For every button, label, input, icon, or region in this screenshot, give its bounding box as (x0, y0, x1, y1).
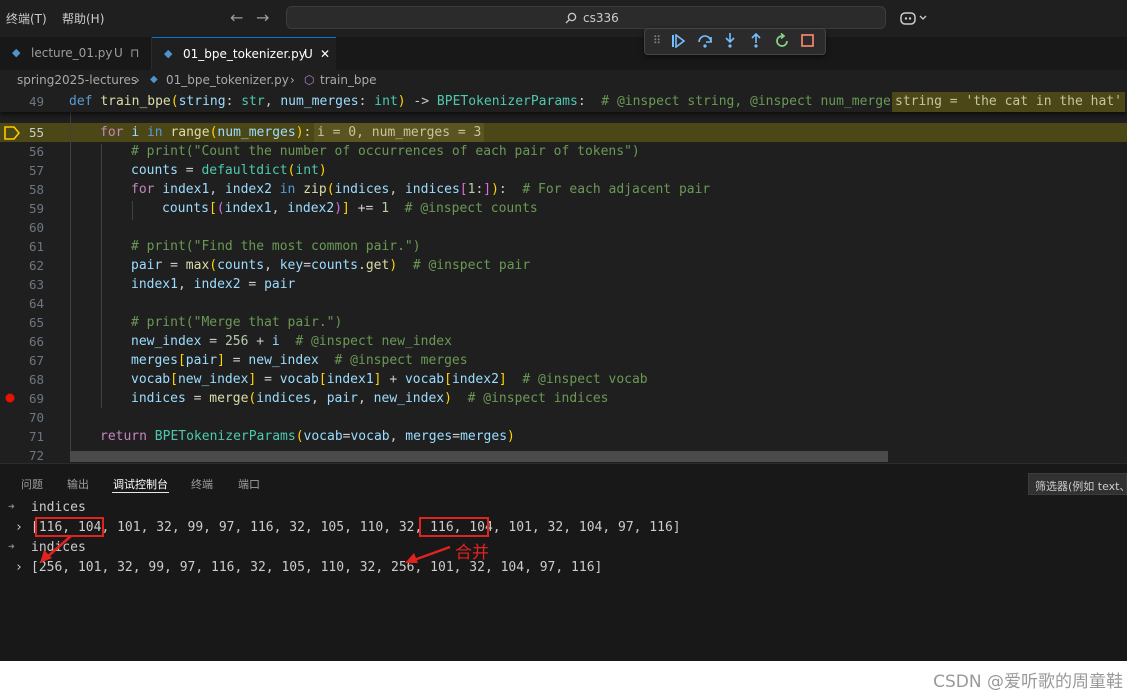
line-number: 59 (28, 201, 44, 216)
stop-icon[interactable] (801, 34, 814, 47)
line-number: 58 (28, 182, 44, 197)
search-text: cs336 (583, 11, 619, 25)
code-line: new_index = 256 + i # @inspect new_index (131, 334, 452, 349)
tab-status: U (114, 46, 123, 60)
chevron-right-icon: › (290, 73, 295, 87)
code-line: # print("Find the most common pair.") (131, 239, 421, 254)
watermark: CSDN @爱听歌的周童鞋 (933, 672, 1123, 692)
line-number: 71 (28, 429, 44, 444)
line-number: 49 (28, 94, 44, 109)
python-file-icon: ◆ (164, 47, 173, 60)
tab-status: U (304, 47, 313, 61)
tab-label: lecture_01.py (31, 46, 113, 60)
line-number: 64 (28, 296, 44, 311)
line-number: 57 (28, 163, 44, 178)
pin-icon[interactable]: ⊓ (130, 46, 139, 60)
editor-tab-bar: ◆ lecture_01.py U ⊓ ◆ 01_bpe_tokenizer.p… (0, 37, 1127, 71)
line-number: 72 (28, 448, 44, 463)
search-icon (565, 12, 577, 24)
breadcrumb: spring2025-lectures › ◆ 01_bpe_tokenizer… (0, 70, 1127, 92)
inline-value: string = 'the cat in the hat' (892, 92, 1125, 112)
code-line: # print("Count the number of occurrences… (131, 144, 640, 159)
line-number: 63 (28, 277, 44, 292)
line-number: 66 (28, 334, 44, 349)
cube-icon: ⬡ (304, 73, 315, 87)
line-number: 65 (28, 315, 44, 330)
indent-guide (101, 144, 102, 408)
breadcrumb-symbol[interactable]: train_bpe (320, 73, 377, 87)
line-number: 67 (28, 353, 44, 368)
line-number: 55 (28, 125, 44, 140)
python-file-icon: ◆ (12, 46, 21, 59)
back-arrow-icon[interactable]: ← (230, 8, 243, 27)
breadcrumb-file[interactable]: 01_bpe_tokenizer.py (166, 73, 289, 87)
code-line: merges[pair] = new_index # @inspect merg… (131, 353, 468, 368)
line-number: 70 (28, 410, 44, 425)
code-line: return BPETokenizerParams(vocab=vocab, m… (100, 429, 515, 444)
step-out-icon[interactable] (749, 32, 763, 48)
code-line: counts = defaultdict(int) (131, 163, 327, 178)
python-file-icon: ◆ (150, 74, 158, 85)
bottom-panel: 问题 输出 调试控制台 终端 端口 筛选器(例如 text、!exclude) … (0, 463, 1127, 662)
code-line: for i in range(num_merges): (100, 125, 320, 140)
restart-icon[interactable] (775, 33, 790, 48)
continue-icon[interactable] (671, 34, 685, 48)
menu-help[interactable]: 帮助(H) (62, 10, 104, 27)
sticky-scroll-line[interactable]: 49 def train_bpe(string: str, num_merges… (0, 92, 1127, 112)
code-line: vocab[new_index] = vocab[index1] + vocab… (131, 372, 648, 387)
inline-value: i = 0, num_merges = 3 (314, 123, 485, 142)
code-editor[interactable]: 49 def train_bpe(string: str, num_merges… (0, 92, 1127, 463)
line-number: 61 (28, 239, 44, 254)
command-center-search[interactable]: cs336 (286, 6, 886, 29)
annotation-arrows (40, 535, 451, 563)
tab-label: 01_bpe_tokenizer.py (183, 47, 306, 61)
code-line: # print("Merge that pair.") (131, 315, 343, 330)
debug-toolbar: ⠿ (644, 28, 826, 55)
line-number: 62 (28, 258, 44, 273)
code-line: for index1, index2 in zip(indices, indic… (131, 182, 711, 197)
title-bar: 终端(T) 帮助(H) ← → cs336 (0, 0, 1127, 37)
step-into-icon[interactable] (723, 32, 737, 48)
line-number: 68 (28, 372, 44, 387)
close-icon[interactable]: ✕ (320, 47, 330, 61)
tab-lecture-01[interactable]: ◆ lecture_01.py U ⊓ (0, 37, 152, 70)
line-number: 56 (28, 144, 44, 159)
menu-terminal[interactable]: 终端(T) (6, 10, 47, 27)
code-line: def train_bpe(string: str, num_merges: i… (69, 94, 899, 109)
indent-guide (70, 112, 71, 457)
chevron-right-icon: › (135, 73, 140, 87)
tab-01-bpe-tokenizer[interactable]: ◆ 01_bpe_tokenizer.py U ✕ (152, 37, 336, 70)
copilot-icon[interactable] (900, 10, 928, 26)
indent-guide (132, 201, 133, 220)
footer: CSDN @爱听歌的周童鞋 (0, 661, 1127, 696)
forward-arrow-icon[interactable]: → (256, 8, 269, 27)
code-line: indices = merge(indices, pair, new_index… (131, 391, 609, 406)
drag-handle-icon[interactable]: ⠿ (653, 34, 661, 47)
horizontal-scrollbar[interactable] (70, 451, 888, 462)
code-line: pair = max(counts, key=counts.get) # @in… (131, 258, 531, 273)
line-number: 69 (28, 391, 44, 406)
line-number: 60 (28, 220, 44, 235)
code-line: counts[(index1, index2)] += 1 # @inspect… (162, 201, 538, 216)
code-line: index1, index2 = pair (131, 277, 296, 292)
step-over-icon[interactable] (697, 33, 713, 49)
breadcrumb-folder[interactable]: spring2025-lectures (17, 73, 137, 87)
